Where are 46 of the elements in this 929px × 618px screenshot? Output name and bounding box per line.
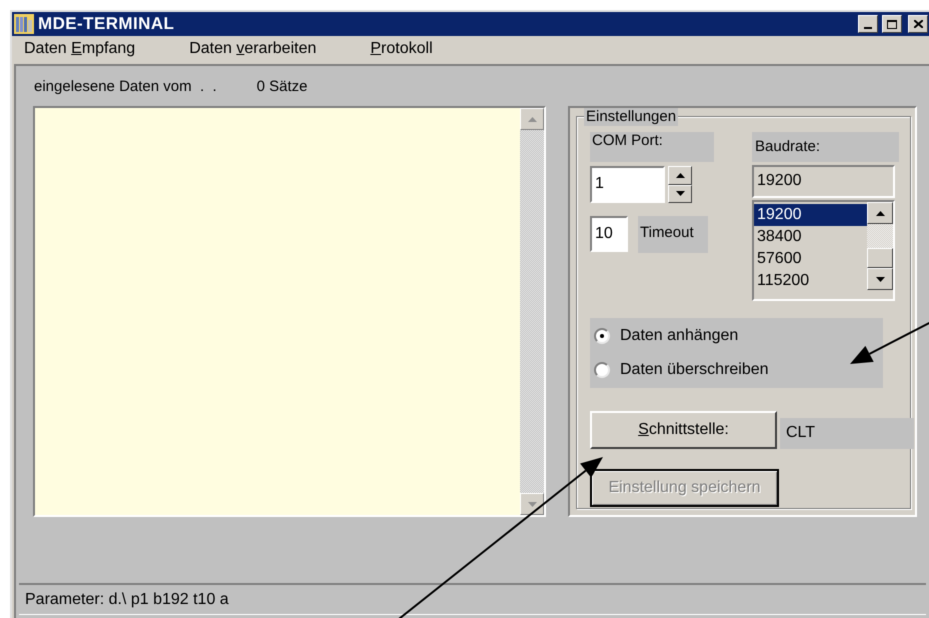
window-title: MDE-TERMINAL [38,13,174,36]
com-port-label: COM Port: [590,132,714,162]
close-icon [914,20,922,28]
minimize-icon [864,27,872,29]
scrollbar[interactable] [520,108,544,515]
up-arrow-icon [876,210,884,216]
spin-down-button[interactable] [668,184,692,203]
com-port-field[interactable]: 1 [590,166,665,203]
maximize-icon [887,20,897,28]
scroll-thumb[interactable] [867,248,893,268]
interface-value: CLT [780,418,914,449]
baudrate-field[interactable]: 19200 [752,165,895,198]
close-button[interactable] [908,15,928,33]
timeout-label: Timeout [638,216,708,253]
radio-button[interactable] [594,328,610,344]
scroll-down-button[interactable] [867,268,893,290]
maximize-button[interactable] [882,15,902,33]
group-title: Einstellungen [584,108,678,126]
timeout-field[interactable]: 10 [590,216,628,252]
scroll-down-button[interactable] [520,493,544,515]
spin-control[interactable] [668,166,692,203]
down-arrow-icon [528,502,536,506]
data-label: eingelesene Daten vom . . [34,76,217,96]
baudrate-label: Baudrate: [752,132,899,162]
baudrate-option[interactable]: 57600 [754,248,867,270]
baudrate-option[interactable]: 19200 [754,204,867,226]
radio-button[interactable] [594,362,610,378]
radio-label: Daten anhängen [620,326,738,346]
menu-item[interactable]: Daten verarbeiten [187,37,318,61]
down-arrow-icon [676,191,684,196]
menu-item[interactable]: Daten Empfang [22,37,138,61]
up-arrow-icon [528,116,536,122]
down-arrow-icon [876,276,884,282]
record-count: 0 Sätze [256,76,308,96]
status-text: Parameter: d.\ p1 b192 t10 a [25,590,229,610]
baudrate-option[interactable]: 115200 [754,270,867,292]
interface-button[interactable]: Schnittstelle: [590,411,777,449]
scroll-up-button[interactable] [867,202,893,224]
baudrate-list[interactable]: 19200 38400 57600 115200 [752,200,895,301]
app-icon [14,14,34,34]
baudrate-option[interactable]: 38400 [754,226,867,248]
menu-item[interactable]: Protokoll [368,37,435,61]
up-arrow-icon [676,172,684,178]
spin-up-button[interactable] [668,166,692,184]
minimize-button[interactable] [858,15,878,33]
radio-label: Daten überschreiben [620,360,769,380]
